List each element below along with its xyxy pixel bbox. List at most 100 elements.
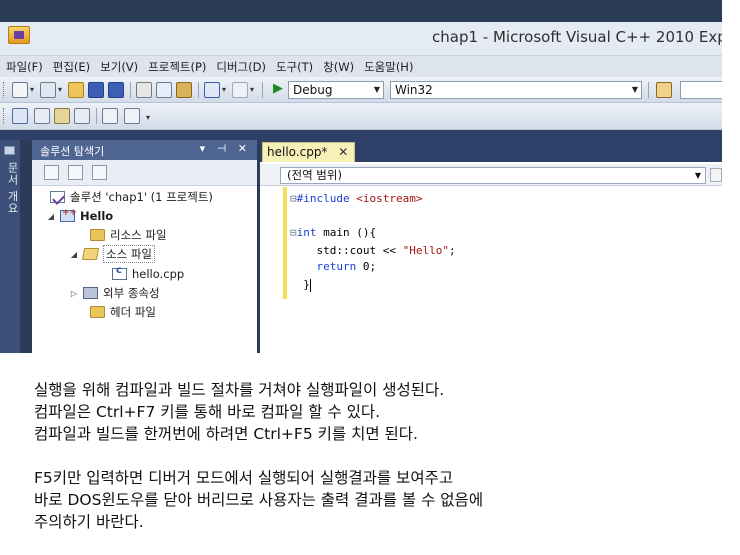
folder-icon — [90, 229, 105, 241]
tree-item-external-dependencies[interactable]: ▷ 외부 종속성 — [69, 284, 160, 302]
note-line: 주의하기 바란다. — [34, 513, 144, 531]
note-line: 컴파일은 Ctrl+F7 키를 통해 바로 컴파일 할 수 있다. — [34, 403, 381, 421]
keyword-return: return — [316, 260, 357, 273]
menu-tools[interactable]: 도구(T) — [276, 59, 313, 75]
indent-icon[interactable] — [124, 108, 140, 124]
solution-icon — [50, 191, 65, 203]
object-browser-icon[interactable] — [12, 108, 28, 124]
text-caret — [309, 278, 311, 292]
expand-triangle-icon[interactable]: ▷ — [69, 289, 79, 298]
include-header: <iostream> — [356, 192, 423, 205]
document-tab-strip: hello.cpp* ✕ — [260, 140, 722, 162]
tree-item-resource-files[interactable]: 리소스 파일 — [90, 226, 167, 244]
tab-hello-cpp[interactable]: hello.cpp* ✕ — [262, 142, 356, 162]
title-bar: chap1 - Microsoft Visual C++ 2010 Exp — [0, 22, 722, 56]
keyword-int: int — [296, 226, 317, 239]
solution-explorer-header: 솔루션 탐색기 ▾ ⊣ ✕ — [32, 140, 257, 160]
document-outline-tab[interactable]: 문서 개요 — [0, 140, 20, 353]
close-icon[interactable]: ✕ — [338, 145, 348, 159]
tree-item-project[interactable]: ◢ Hello — [46, 207, 113, 225]
include-directive: #include — [296, 192, 357, 205]
tree-item-solution[interactable]: 솔루션 'chap1' (1 프로젝트) — [50, 188, 213, 206]
tree-item-label: 솔루션 'chap1' (1 프로젝트) — [70, 190, 213, 204]
properties-icon[interactable] — [44, 165, 59, 180]
tree-item-hello-cpp[interactable]: hello.cpp — [112, 265, 184, 283]
solution-explorer-title: 솔루션 탐색기 — [40, 145, 105, 158]
folder-icon — [90, 306, 105, 318]
open-folder-icon[interactable] — [68, 82, 84, 98]
start-debugging-icon[interactable]: ▶ — [273, 81, 283, 96]
menu-edit[interactable]: 편집(E) — [53, 59, 90, 75]
vs2010-screenshot: chap1 - Microsoft Visual C++ 2010 Exp 파일… — [0, 0, 722, 353]
save-icon[interactable] — [88, 82, 104, 98]
note-line: 컴파일과 빌드를 한꺼번에 하려면 Ctrl+F5 키를 치면 된다. — [34, 425, 418, 443]
paste-icon[interactable] — [176, 82, 192, 98]
redo-icon[interactable] — [232, 82, 248, 98]
add-item-dropdown-icon[interactable]: ▾ — [58, 85, 62, 94]
find-input[interactable] — [680, 81, 722, 99]
scope-select[interactable]: (전역 범위) ▼ — [280, 167, 706, 184]
toolbar-grip[interactable] — [3, 82, 6, 98]
find-in-files-icon[interactable] — [656, 82, 672, 98]
collapse-outline-icon[interactable]: ⊟ — [290, 192, 297, 205]
undo-icon[interactable] — [204, 82, 220, 98]
code-line-1: ⊟#include <iostream> — [290, 191, 422, 207]
member-select[interactable] — [710, 168, 722, 182]
copy-icon[interactable] — [156, 82, 172, 98]
window-title: chap1 - Microsoft Visual C++ 2010 Exp — [432, 28, 722, 46]
code-text-area[interactable]: ⊟#include <iostream> ⊟int main (){ std::… — [260, 187, 722, 353]
navigation-bar: (전역 범위) ▼ — [260, 164, 722, 186]
menu-window[interactable]: 창(W) — [323, 59, 354, 75]
code-line-3: ⊟int main (){ — [290, 225, 376, 241]
visual-studio-app-icon[interactable] — [8, 26, 30, 44]
add-item-icon[interactable] — [40, 82, 56, 98]
document-outline-label: 문서 개요 — [6, 162, 19, 215]
statement-end: ; — [448, 244, 456, 257]
solution-explorer-toolbar — [32, 160, 257, 186]
save-all-icon[interactable] — [108, 82, 124, 98]
collapse-outline-icon[interactable]: ⊟ — [290, 226, 297, 239]
new-project-icon[interactable] — [12, 82, 28, 98]
code-line-5: return 0; — [290, 259, 377, 275]
menu-help[interactable]: 도움말(H) — [364, 59, 413, 75]
chevron-down-icon: ▼ — [694, 171, 701, 180]
code-editor: hello.cpp* ✕ (전역 범위) ▼ ⊟#include <iostre… — [260, 140, 722, 353]
complete-word-icon[interactable] — [74, 108, 90, 124]
outdent-icon[interactable] — [102, 108, 118, 124]
configuration-value: Debug — [293, 83, 333, 97]
menu-debug[interactable]: 디버그(D) — [216, 59, 266, 75]
menu-bar: 파일(F) 편집(E) 보기(V) 프로젝트(P) 디버그(D) 도구(T) 창… — [0, 56, 722, 77]
document-outline-icon — [4, 146, 15, 155]
menu-file[interactable]: 파일(F) — [6, 59, 43, 75]
toolbar-overflow-icon[interactable]: ▾ — [146, 113, 150, 122]
tree-item-header-files[interactable]: 헤더 파일 — [90, 303, 156, 321]
configuration-select[interactable]: Debug ▼ — [288, 81, 384, 99]
collapse-triangle-icon[interactable]: ◢ — [69, 250, 79, 259]
tree-item-label: 외부 종속성 — [103, 286, 160, 300]
folder-open-icon — [81, 248, 100, 260]
dependencies-icon — [83, 287, 98, 299]
panel-window-controls[interactable]: ▾ ⊣ ✕ — [200, 142, 251, 155]
undo-dropdown-icon[interactable]: ▾ — [222, 85, 226, 94]
redo-dropdown-icon[interactable]: ▾ — [250, 85, 254, 94]
tree-item-label: hello.cpp — [132, 267, 185, 281]
toolbar-grip[interactable] — [3, 108, 6, 124]
parameter-info-icon[interactable] — [34, 108, 50, 124]
chevron-down-icon: ▼ — [373, 85, 380, 94]
toolbar-separator — [262, 82, 263, 98]
class-view-icon[interactable] — [92, 165, 107, 180]
new-project-dropdown-icon[interactable]: ▾ — [30, 85, 34, 94]
platform-select[interactable]: Win32 ▼ — [390, 81, 642, 99]
tree-item-label: 헤더 파일 — [110, 305, 156, 319]
string-literal: "Hello" — [402, 244, 449, 257]
cpp-file-icon — [112, 265, 127, 280]
code-line-4: std::cout << "Hello"; — [290, 243, 456, 259]
cut-icon[interactable] — [136, 82, 152, 98]
standard-toolbar: ▾ ▾ ▾ ▾ ▶ Debug ▼ Win32 ▼ — [0, 77, 722, 103]
menu-project[interactable]: 프로젝트(P) — [148, 59, 206, 75]
tree-item-source-files[interactable]: ◢ 소스 파일 — [69, 245, 155, 263]
collapse-triangle-icon[interactable]: ◢ — [46, 212, 56, 221]
show-all-files-icon[interactable] — [68, 165, 83, 180]
quick-info-icon[interactable] — [54, 108, 70, 124]
menu-view[interactable]: 보기(V) — [100, 59, 138, 75]
